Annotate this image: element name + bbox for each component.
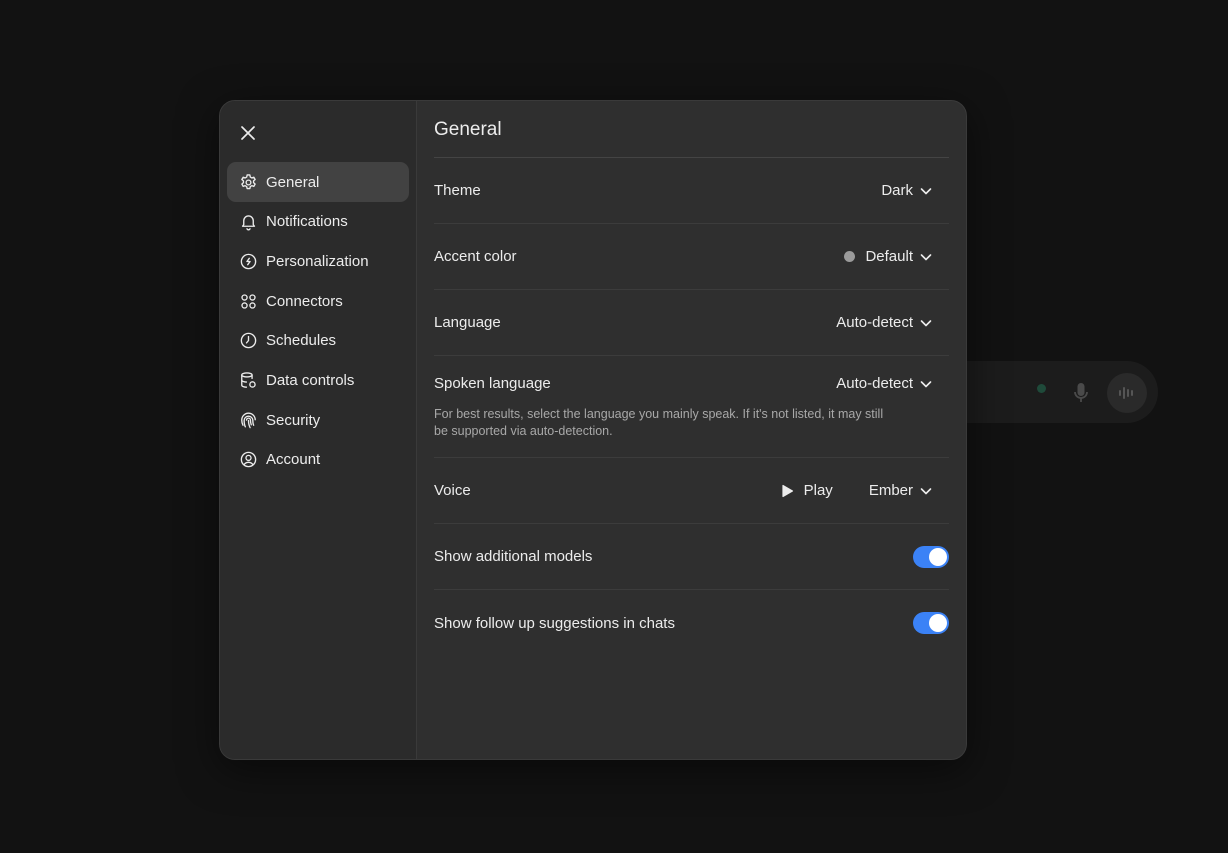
- chevron-down-icon: [920, 187, 932, 194]
- sidebar-item-label: Schedules: [266, 332, 337, 350]
- sidebar-item-connectors[interactable]: Connectors: [227, 281, 409, 321]
- voice-mode-icon[interactable]: [1107, 373, 1147, 413]
- voice-dropdown[interactable]: Ember: [869, 482, 949, 499]
- accent-color-row: Accent color Default: [434, 224, 949, 290]
- close-button[interactable]: [234, 119, 262, 147]
- spoken-language-value: Auto-detect: [836, 375, 913, 392]
- chevron-down-icon: [920, 380, 932, 387]
- clock-icon: [238, 331, 258, 351]
- close-icon: [241, 126, 255, 140]
- theme-dropdown[interactable]: Dark: [881, 182, 949, 199]
- sidebar-item-label: Data controls: [266, 372, 355, 390]
- database-icon: [238, 371, 258, 391]
- accent-color-dropdown[interactable]: Default: [844, 248, 949, 265]
- language-row: Language Auto-detect: [434, 290, 949, 356]
- voice-label: Voice: [434, 482, 471, 499]
- spoken-language-row: Spoken language Auto-detect For best res…: [434, 356, 949, 458]
- chevron-down-icon: [920, 253, 932, 260]
- chevron-down-icon: [920, 319, 932, 326]
- theme-label: Theme: [434, 182, 481, 199]
- theme-value: Dark: [881, 182, 913, 199]
- additional-models-row: Show additional models: [434, 524, 949, 590]
- sidebar-item-notifications[interactable]: Notifications: [227, 202, 409, 242]
- sidebar-item-security[interactable]: Security: [227, 400, 409, 440]
- sidebar-item-label: Connectors: [266, 292, 343, 310]
- settings-sidebar: General Notifications Personalization Co…: [220, 101, 417, 759]
- settings-modal: General Notifications Personalization Co…: [219, 100, 967, 760]
- follow-up-suggestions-toggle[interactable]: [913, 612, 949, 634]
- accent-color-swatch: [844, 251, 856, 262]
- voice-row: Voice Play Ember: [434, 458, 949, 524]
- microphone-icon[interactable]: [1068, 380, 1094, 406]
- voice-controls: Play Ember: [781, 482, 949, 499]
- account-icon: [238, 450, 258, 470]
- additional-models-toggle[interactable]: [913, 545, 949, 568]
- gear-icon: [238, 172, 258, 192]
- sidebar-item-data-controls[interactable]: Data controls: [227, 361, 409, 401]
- sidebar-item-label: Notifications: [266, 213, 348, 231]
- spoken-language-hint: For best results, select the language yo…: [434, 407, 884, 438]
- sidebar-item-label: Security: [266, 411, 321, 429]
- sidebar-item-label: Personalization: [266, 252, 369, 270]
- spoken-language-dropdown[interactable]: Auto-detect: [836, 375, 949, 392]
- sidebar-item-personalization[interactable]: Personalization: [227, 241, 409, 281]
- spoken-language-label: Spoken language: [434, 375, 551, 392]
- connectors-icon: [238, 291, 258, 311]
- additional-models-label: Show additional models: [434, 548, 593, 565]
- toggle-knob: [929, 547, 947, 566]
- sidebar-item-general[interactable]: General: [227, 162, 409, 202]
- play-icon: [782, 484, 793, 497]
- theme-row: Theme Dark: [434, 158, 949, 224]
- bell-icon: [238, 212, 258, 232]
- sidebar-item-label: General: [266, 173, 320, 191]
- personalization-icon: [238, 251, 258, 271]
- play-label: Play: [803, 482, 833, 499]
- sidebar-item-schedules[interactable]: Schedules: [227, 321, 409, 361]
- sidebar-item-label: Account: [266, 451, 321, 469]
- voice-value: Ember: [868, 482, 913, 499]
- chevron-down-icon: [920, 487, 932, 494]
- accent-color-label: Accent color: [434, 248, 517, 265]
- status-dot: [1037, 384, 1046, 393]
- follow-up-suggestions-label: Show follow up suggestions in chats: [434, 614, 675, 632]
- language-dropdown[interactable]: Auto-detect: [836, 314, 949, 331]
- toggle-knob: [929, 614, 947, 632]
- settings-content: General Theme Dark Accent color Default …: [417, 101, 966, 759]
- page-title: General: [434, 101, 949, 158]
- settings-nav: General Notifications Personalization Co…: [227, 162, 409, 480]
- language-label: Language: [434, 314, 501, 331]
- sidebar-item-account[interactable]: Account: [227, 440, 409, 480]
- play-voice-button[interactable]: Play: [781, 482, 833, 499]
- accent-color-value: Default: [865, 248, 913, 265]
- language-value: Auto-detect: [836, 314, 913, 331]
- fingerprint-icon: [238, 410, 258, 430]
- follow-up-suggestions-row: Show follow up suggestions in chats: [434, 590, 949, 656]
